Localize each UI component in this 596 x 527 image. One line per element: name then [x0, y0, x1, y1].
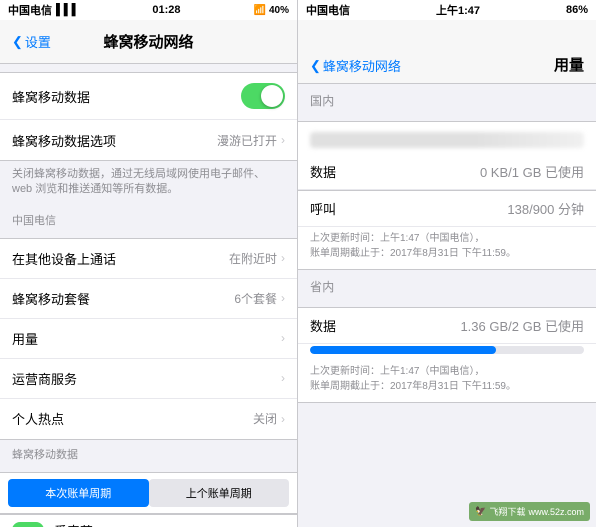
left-battery-area: 📶 40%: [254, 5, 289, 16]
chevron-left-icon-right: ❮: [310, 58, 321, 74]
domestic-data-value: 0 KB/1 GB 已使用: [480, 162, 584, 181]
right-nav-header: ❮ 蜂窝移动网络 用量: [298, 20, 596, 84]
domestic-data-group: 数据 0 KB/1 GB 已使用 呼叫 138/900 分钟 上次更新时间：上午…: [298, 121, 596, 270]
note1-text: 上次更新时间：上午1:47（中国电信）， 账单周期截止于：2017年8月31日 …: [298, 227, 596, 269]
carrier-services-label: 运营商服务: [12, 369, 281, 388]
usage-row[interactable]: 用量 ›: [0, 319, 297, 359]
hotspot-row[interactable]: 个人热点 关闭 ›: [0, 399, 297, 439]
progress-bar-bg: [310, 346, 584, 354]
cellular-options-value: 漫游已打开: [217, 132, 277, 149]
domestic-section-header: 国内: [298, 84, 596, 113]
hotspot-value: 关闭: [253, 410, 277, 427]
note2-text: 上次更新时间：上午1:47（中国电信）， 账单周期截止于：2017年8月31日 …: [298, 360, 596, 402]
provincial-data-row: 数据 1.36 GB/2 GB 已使用: [298, 308, 596, 344]
cellular-data-label: 蜂窝移动数据: [12, 87, 241, 106]
cellular-options-label: 蜂窝移动数据选项: [12, 131, 217, 150]
signal-icon: ▌▌▌: [56, 4, 79, 16]
left-nav-header: ❮ 设置 蜂窝移动网络: [0, 20, 297, 64]
right-status-bar: 中国电信 上午1:47 86%: [298, 0, 596, 20]
note1: 上次更新时间：上午1:47（中国电信），: [310, 233, 484, 244]
watermark-text: 飞翔下载: [489, 505, 525, 518]
chevron-icon-carrier: ›: [281, 371, 285, 385]
app-name-aiqiyi: 爱奇艺: [54, 521, 285, 527]
left-back-button[interactable]: ❮ 设置: [12, 32, 51, 51]
cellular-data-row[interactable]: 蜂窝移动数据: [0, 73, 297, 120]
note2b: 账单周期截止于：2017年8月31日 下午11:59。: [310, 381, 516, 392]
call-value: 138/900 分钟: [507, 199, 584, 218]
battery-text: 40%: [269, 5, 289, 16]
call-row: 呼叫 138/900 分钟: [298, 191, 596, 227]
watermark-url: www.52z.com: [528, 507, 584, 517]
chevron-icon: ›: [281, 133, 285, 147]
app-icon-aiqiyi: ▶: [12, 522, 44, 527]
tab-current-label: 本次账单周期: [45, 485, 111, 501]
back-label: 设置: [25, 32, 51, 51]
chevron-left-icon: ❮: [12, 34, 23, 50]
billing-tabs: 本次账单周期 上个账单周期: [0, 472, 297, 514]
left-carrier: 中国电信 ▌▌▌: [8, 2, 79, 18]
right-time: 上午1:47: [436, 2, 480, 18]
domestic-data-row: 数据 0 KB/1 GB 已使用: [298, 154, 596, 190]
left-time: 01:28: [152, 4, 180, 16]
watermark-icon: 🦅: [475, 506, 486, 517]
toggle-knob: [261, 85, 283, 107]
plan-value: 6个套餐: [234, 290, 277, 307]
carrier-section-label: 中国电信: [0, 206, 297, 230]
left-settings-list: 蜂窝移动数据 蜂窝移动数据选项 漫游已打开 › 关闭蜂窝移动数据，通过无线局域网…: [0, 64, 297, 527]
domestic-data-label: 数据: [310, 162, 336, 181]
tab-last-billing[interactable]: 上个账单周期: [149, 479, 290, 507]
plan-row[interactable]: 蜂窝移动套餐 6个套餐 ›: [0, 279, 297, 319]
app-list: ▶ 爱奇艺 WLAN 与蜂窝移动网 🔧 爱思助手 WLAN 与蜂窝移动网 🐇: [0, 514, 297, 527]
right-content: 国内 数据 0 KB/1 GB 已使用 呼叫 138/900 分钟 上次更新时间…: [298, 84, 596, 527]
carrier-text: 中国电信: [8, 2, 52, 18]
left-panel: 中国电信 ▌▌▌ 01:28 📶 40% ❮ 设置 蜂窝移动网络 蜂窝移动数据: [0, 0, 298, 527]
progress-bar-fill: [310, 346, 496, 354]
note2: 上次更新时间：上午1:47（中国电信），: [310, 366, 484, 377]
progress-container: [298, 344, 596, 360]
tab-current-billing[interactable]: 本次账单周期: [8, 479, 149, 507]
carrier-services-row[interactable]: 运营商服务 ›: [0, 359, 297, 399]
call-label: 呼叫: [310, 199, 336, 218]
provincial-section-header: 省内: [298, 270, 596, 299]
plan-label: 蜂窝移动套餐: [12, 289, 234, 308]
left-status-bar: 中国电信 ▌▌▌ 01:28 📶 40%: [0, 0, 297, 20]
data-section-label: 蜂窝移动数据: [0, 440, 297, 464]
list-item[interactable]: ▶ 爱奇艺 WLAN 与蜂窝移动网: [0, 515, 297, 527]
blurred-data-bar: [310, 132, 584, 148]
note1b: 账单周期截止于：2017年8月31日 下午11:59。: [310, 248, 516, 259]
calls-row[interactable]: 在其他设备上通话 在附近时 ›: [0, 239, 297, 279]
cellular-description: 关闭蜂窝移动数据，通过无线局域网使用电子邮件、web 浏览和推送通知等所有数据。: [0, 161, 297, 206]
watermark: 🦅 飞翔下载 www.52z.com: [469, 502, 590, 521]
usage-label: 用量: [12, 329, 281, 348]
provincial-data-label: 数据: [310, 316, 336, 335]
provincial-data-group: 数据 1.36 GB/2 GB 已使用 上次更新时间：上午1:47（中国电信），…: [298, 307, 596, 403]
cellular-data-group: 蜂窝移动数据 蜂窝移动数据选项 漫游已打开 ›: [0, 72, 297, 161]
tab-last-label: 上个账单周期: [186, 485, 252, 501]
chevron-icon-usage: ›: [281, 331, 285, 345]
right-panel: 中国电信 上午1:47 86% ❮ 蜂窝移动网络 用量 国内 数据 0 KB/1…: [298, 0, 596, 527]
right-carrier: 中国电信: [306, 2, 350, 18]
app-info-aiqiyi: 爱奇艺 WLAN 与蜂窝移动网: [54, 521, 285, 527]
cellular-data-toggle[interactable]: [241, 83, 285, 109]
right-back-button[interactable]: ❮ 蜂窝移动网络: [310, 56, 401, 75]
wifi-icon: 📶: [254, 5, 266, 16]
chevron-icon-hotspot: ›: [281, 412, 285, 426]
calls-label: 在其他设备上通话: [12, 249, 229, 268]
carrier-settings-group: 在其他设备上通话 在附近时 › 蜂窝移动套餐 6个套餐 › 用量 › 运营商服务…: [0, 238, 297, 440]
hotspot-label: 个人热点: [12, 409, 253, 428]
right-battery: 86%: [566, 4, 588, 16]
left-nav-title: 蜂窝移动网络: [103, 31, 193, 52]
calls-value: 在附近时: [229, 250, 277, 267]
right-back-label: 蜂窝移动网络: [323, 56, 401, 75]
chevron-icon-plan: ›: [281, 291, 285, 305]
chevron-icon-calls: ›: [281, 251, 285, 265]
right-nav-title: 用量: [554, 54, 584, 75]
cellular-options-row[interactable]: 蜂窝移动数据选项 漫游已打开 ›: [0, 120, 297, 160]
provincial-data-value: 1.36 GB/2 GB 已使用: [460, 316, 584, 335]
